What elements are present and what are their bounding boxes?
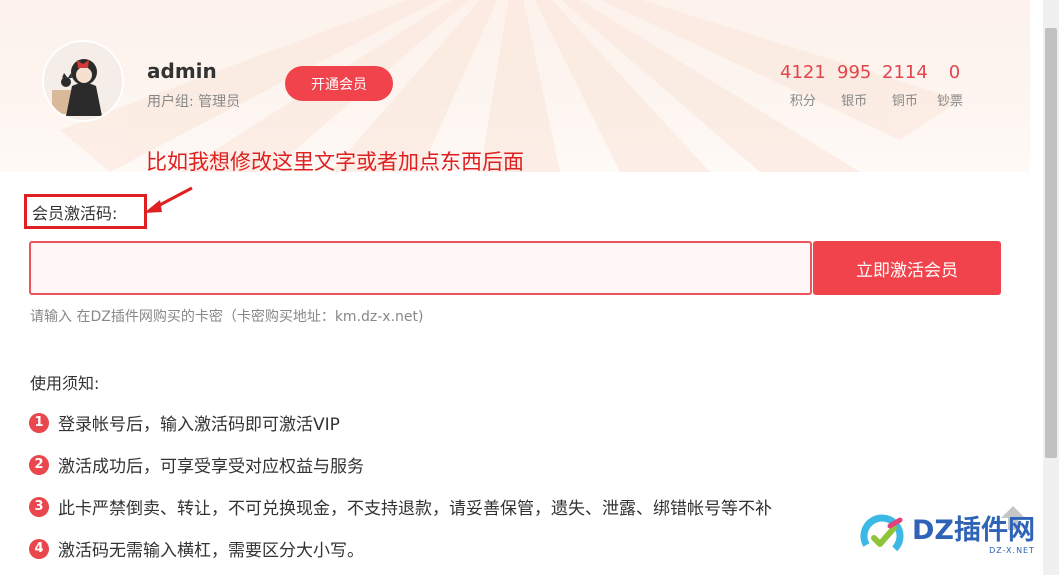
stat-label: 钞票 [937,94,964,109]
notice-item: 1 登录帐号后，输入激活码即可激活VIP [29,410,340,435]
stat-value: 2114 [882,62,928,83]
notice-item-text: 激活成功后，可享受享受对应权益与服务 [58,457,364,477]
notice-item: 4 激活码无需输入横杠，需要区分大小写。 [29,536,364,561]
watermark-brand: DZ插件网 [912,515,1035,546]
number-badge-icon: 2 [29,454,49,475]
user-group: 用户组: 管理员 [147,91,240,111]
avatar-image [44,42,122,120]
stat-label: 银币 [841,94,868,109]
user-group-label: 用户组: [147,94,194,110]
stat-points: 4121 积分 [780,62,826,109]
stat-value: 0 [948,62,961,83]
username: admin [147,59,217,83]
activation-hint: 请输入 在DZ插件网购买的卡密（卡密购买地址：km.dz-x.net) [30,309,424,325]
scrollbar-thumb[interactable] [1045,28,1057,458]
notice-item-text: 登录帐号后，输入激活码即可激活VIP [58,415,340,435]
stat-value: 4121 [780,62,826,83]
avatar[interactable] [42,40,124,122]
user-group-value: 管理员 [198,94,241,110]
stat-label: 积分 [789,94,816,109]
stat-copper: 2114 铜币 [882,62,928,109]
annotation-text: 比如我想修改这里文字或者加点东西后面 [146,150,524,174]
annotation-arrow [144,186,193,213]
notice-title: 使用须知: [30,374,100,393]
activation-code-label: 会员激活码: [24,194,147,229]
activation-code-input[interactable] [29,241,812,295]
open-membership-button[interactable]: 开通会员 [285,66,393,101]
number-badge-icon: 3 [29,496,49,517]
watermark-domain: DZ-X.NET [989,546,1035,555]
number-badge-icon: 4 [29,538,49,559]
notice-item-text: 此卡严禁倒卖、转让，不可兑换现金，不支持退款，请妥善保管，遗失、泄露、绑错帐号等… [58,499,772,519]
activation-code-label-text: 会员激活码: [32,203,118,223]
dz-watermark: DZ插件网 DZ-X.NET [856,505,1046,567]
notice-item: 2 激活成功后，可享受享受对应权益与服务 [29,452,364,477]
dz-logo-icon [860,514,904,558]
number-badge-icon: 1 [29,412,49,433]
stat-value: 995 [837,62,872,83]
notice-item-text: 激活码无需输入横杠，需要区分大小写。 [58,541,364,561]
stat-cash: 0 钞票 [937,62,963,109]
notice-item: 3 此卡严禁倒卖、转让，不可兑换现金，不支持退款，请妥善保管，遗失、泄露、绑错帐… [29,494,772,519]
stat-silver: 995 银币 [837,62,871,109]
stat-label: 铜币 [891,94,918,109]
activate-membership-button[interactable]: 立即激活会员 [813,241,1001,295]
